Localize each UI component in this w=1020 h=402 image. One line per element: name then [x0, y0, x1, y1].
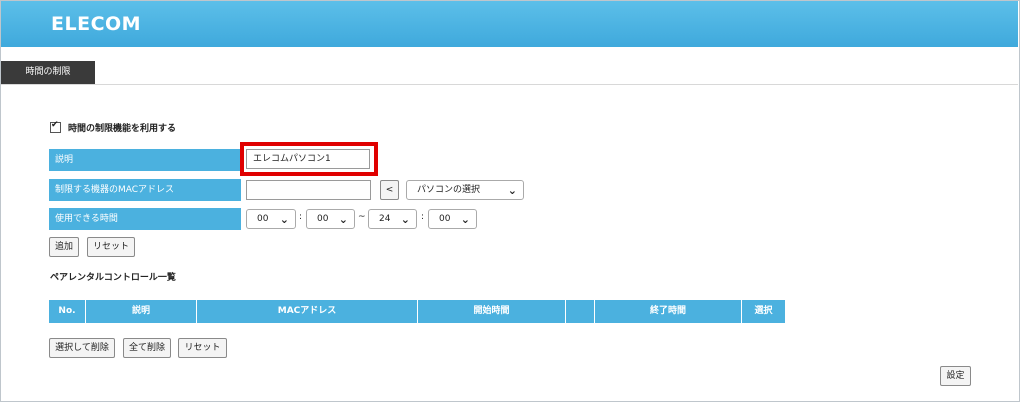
- col-end-time: 終了時間: [595, 300, 742, 323]
- description-highlight: [240, 142, 378, 176]
- tab-time-restriction[interactable]: 時間の制限: [1, 61, 95, 85]
- col-blank: [566, 300, 595, 323]
- start-minute-value: 00: [317, 214, 329, 224]
- tilde-separator: ~: [358, 212, 366, 222]
- reset-form-button[interactable]: リセット: [87, 237, 135, 257]
- col-start-time: 開始時間: [418, 300, 566, 323]
- start-minute-select[interactable]: 00 ⌄: [306, 209, 355, 229]
- mac-input[interactable]: [246, 180, 371, 200]
- header-bar: ELECOM: [1, 1, 1018, 47]
- chevron-down-icon: ⌄: [279, 213, 289, 226]
- list-title: ペアレンタルコントロール一覧: [50, 273, 176, 283]
- time-label: 使用できる時間: [49, 208, 241, 230]
- enable-row: 時間の制限機能を利用する: [50, 120, 177, 134]
- reset-list-button[interactable]: リセット: [178, 338, 227, 358]
- tab-divider: [1, 84, 1018, 85]
- end-hour-select[interactable]: 24 ⌄: [368, 209, 417, 229]
- col-mac: MACアドレス: [197, 300, 418, 323]
- start-hour-value: 00: [257, 214, 269, 224]
- elecom-logo: ELECOM: [51, 13, 142, 35]
- chevron-down-icon: ⌄: [400, 213, 410, 226]
- enable-checkbox[interactable]: [50, 120, 61, 133]
- enable-label: 時間の制限機能を利用する: [68, 124, 177, 134]
- chevron-down-icon: ⌄: [507, 184, 517, 197]
- chevron-down-icon: ⌄: [338, 213, 348, 226]
- pc-select[interactable]: パソコンの選択 ⌄: [406, 180, 524, 200]
- delete-selected-button[interactable]: 選択して削除: [49, 338, 115, 358]
- mac-label: 制限する機器のMACアドレス: [49, 179, 241, 201]
- col-number: No.: [49, 300, 86, 323]
- chevron-down-icon: ⌄: [460, 213, 470, 226]
- pc-select-value: パソコンの選択: [417, 185, 481, 195]
- delete-all-button[interactable]: 全て削除: [123, 338, 171, 358]
- col-description: 説明: [86, 300, 197, 323]
- start-hour-select[interactable]: 00 ⌄: [246, 209, 296, 229]
- submit-button[interactable]: 設定: [940, 366, 971, 386]
- end-minute-select[interactable]: 00 ⌄: [428, 209, 477, 229]
- end-hour-value: 24: [379, 214, 391, 224]
- col-select: 選択: [742, 300, 785, 323]
- colon-separator: :: [299, 212, 303, 222]
- colon-separator: :: [421, 212, 425, 222]
- add-button[interactable]: 追加: [49, 237, 79, 257]
- end-minute-value: 00: [439, 214, 451, 224]
- description-label: 説明: [49, 149, 241, 171]
- mac-fill-button[interactable]: <: [380, 180, 399, 200]
